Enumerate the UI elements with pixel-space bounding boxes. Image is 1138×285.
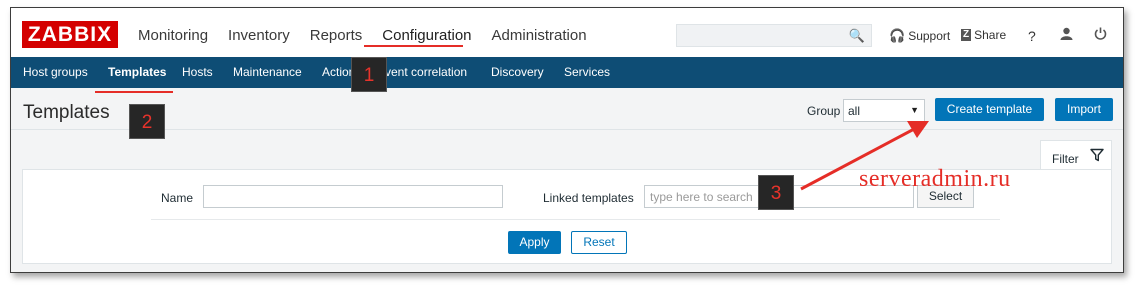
annotation-arrow	[800, 121, 929, 191]
zabbix-window: ZABBIX Monitoring Inventory Reports Conf…	[10, 7, 1124, 273]
watermark-text: serveradmin.ru	[859, 166, 1011, 192]
